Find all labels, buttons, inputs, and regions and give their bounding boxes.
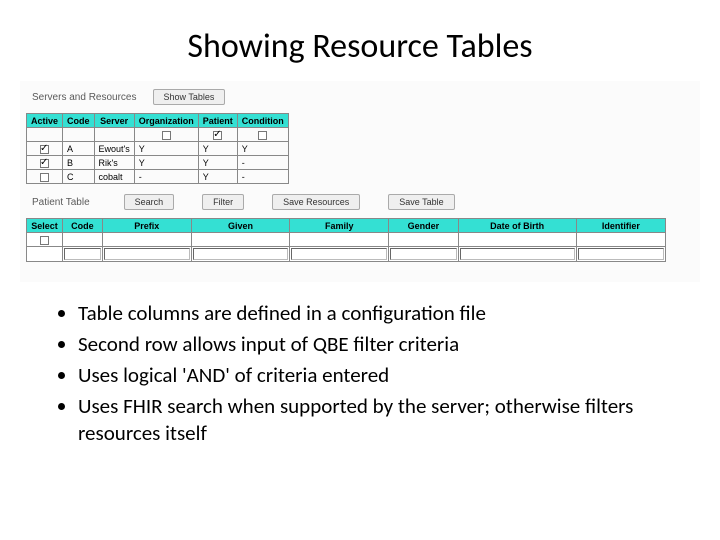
patient-table: Select Code Prefix Given Family Gender D… xyxy=(26,218,666,262)
col-condition: Condition xyxy=(237,114,288,128)
col-select: Select xyxy=(27,219,63,233)
show-tables-button[interactable]: Show Tables xyxy=(153,89,226,105)
col-patient: Patient xyxy=(198,114,237,128)
filter-family-input[interactable] xyxy=(291,248,387,260)
list-item: Uses logical 'AND' of criteria entered xyxy=(78,362,680,389)
filter-given-input[interactable] xyxy=(193,248,289,260)
bullet-list: Table columns are defined in a configura… xyxy=(50,300,680,446)
col-code: Code xyxy=(62,219,102,233)
patient-checkbox[interactable] xyxy=(213,131,222,140)
table-row: A Ewout's Y Y Y xyxy=(27,142,289,156)
table-row: C cobalt - Y - xyxy=(27,170,289,184)
condition-checkbox[interactable] xyxy=(258,131,267,140)
col-family: Family xyxy=(290,219,389,233)
org-checkbox[interactable] xyxy=(162,131,171,140)
page-title: Showing Resource Tables xyxy=(40,26,680,67)
filter-row xyxy=(27,247,666,262)
servers-resources-label: Servers and Resources xyxy=(26,90,143,105)
filter-prefix-input[interactable] xyxy=(104,248,190,260)
list-item: Uses FHIR search when supported by the s… xyxy=(78,393,680,447)
table-row: B Rik's Y Y - xyxy=(27,156,289,170)
col-identifier: Identifier xyxy=(576,219,665,233)
select-checkbox[interactable] xyxy=(40,236,49,245)
table-row xyxy=(27,128,289,142)
save-table-button[interactable]: Save Table xyxy=(388,194,454,210)
col-organization: Organization xyxy=(134,114,198,128)
patient-table-label: Patient Table xyxy=(26,195,96,210)
active-checkbox[interactable] xyxy=(40,145,49,154)
table-row xyxy=(27,233,666,247)
col-code: Code xyxy=(63,114,95,128)
filter-code-input[interactable] xyxy=(64,248,101,260)
col-active: Active xyxy=(27,114,63,128)
filter-gender-input[interactable] xyxy=(390,248,456,260)
search-button[interactable]: Search xyxy=(124,194,175,210)
list-item: Second row allows input of QBE filter cr… xyxy=(78,331,680,358)
list-item: Table columns are defined in a configura… xyxy=(78,300,680,327)
screenshot-panel: Servers and Resources Show Tables Active… xyxy=(20,81,700,282)
filter-button[interactable]: Filter xyxy=(202,194,244,210)
filter-identifier-input[interactable] xyxy=(578,248,664,260)
col-dob: Date of Birth xyxy=(458,219,576,233)
col-server: Server xyxy=(94,114,134,128)
col-given: Given xyxy=(191,219,290,233)
resource-table: Active Code Server Organization Patient … xyxy=(26,113,289,184)
save-resources-button[interactable]: Save Resources xyxy=(272,194,360,210)
filter-dob-input[interactable] xyxy=(460,248,575,260)
active-checkbox[interactable] xyxy=(40,173,49,182)
active-checkbox[interactable] xyxy=(40,159,49,168)
col-gender: Gender xyxy=(389,219,458,233)
col-prefix: Prefix xyxy=(102,219,191,233)
